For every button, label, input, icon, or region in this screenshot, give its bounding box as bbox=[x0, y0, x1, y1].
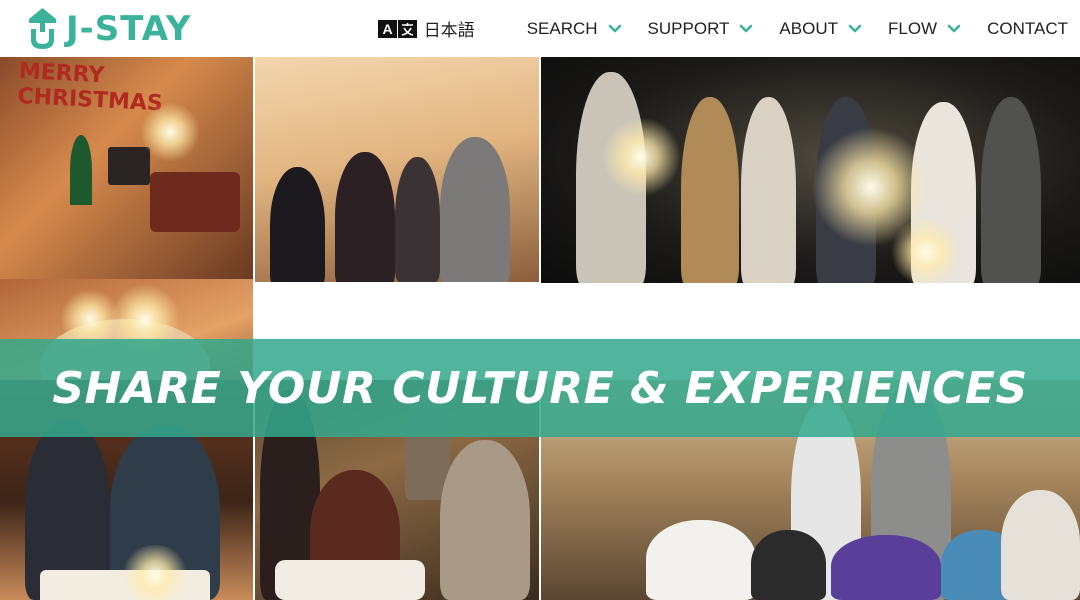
nav-about[interactable]: ABOUT bbox=[779, 19, 862, 39]
christmas-sign: MERRY CHRISTMAS bbox=[16, 58, 164, 117]
nav-contact[interactable]: CONTACT bbox=[987, 19, 1068, 39]
chevron-down-icon bbox=[848, 24, 862, 32]
nav-search-label: SEARCH bbox=[526, 18, 598, 38]
logo[interactable]: J-STAY bbox=[27, 6, 191, 52]
chevron-down-icon bbox=[608, 24, 621, 32]
nav-support[interactable]: SUPPORT bbox=[648, 19, 754, 39]
chevron-down-icon bbox=[947, 24, 961, 32]
chevron-down-icon bbox=[740, 24, 753, 32]
hero-banner: SHARE YOUR CULTURE & EXPERIENCES bbox=[0, 339, 1080, 437]
photo-friends-taking-photo bbox=[255, 57, 539, 282]
photo-sparklers-night bbox=[541, 57, 1080, 283]
logo-icon bbox=[29, 8, 56, 49]
hero-headline: SHARE YOUR CULTURE & EXPERIENCES bbox=[52, 362, 1028, 414]
nav-search[interactable]: SEARCH bbox=[527, 19, 622, 39]
main-nav: A 日本語 SEARCH SUPPORT ABOUT FLOW CONTACT bbox=[377, 0, 1068, 57]
nav-flow-label: FLOW bbox=[887, 18, 938, 38]
nav-about-label: ABOUT bbox=[779, 18, 838, 38]
nav-support-label: SUPPORT bbox=[647, 18, 730, 38]
hero-collage: MERRY CHRISTMAS SHARE YOUR CULTURE & EXP… bbox=[0, 57, 1080, 600]
nav-contact-label: CONTACT bbox=[987, 18, 1068, 38]
translate-icon: A bbox=[377, 19, 417, 38]
language-switch[interactable]: A 日本語 bbox=[377, 16, 475, 41]
brand-name: J-STAY bbox=[66, 9, 192, 49]
svg-text:A: A bbox=[382, 21, 392, 37]
photo-christmas-room: MERRY CHRISTMAS bbox=[0, 57, 253, 279]
site-header: J-STAY A 日本語 SEARCH SUPPORT ABOUT FLOW C… bbox=[0, 0, 1080, 57]
nav-flow[interactable]: FLOW bbox=[888, 19, 961, 39]
language-label: 日本語 bbox=[423, 21, 475, 40]
